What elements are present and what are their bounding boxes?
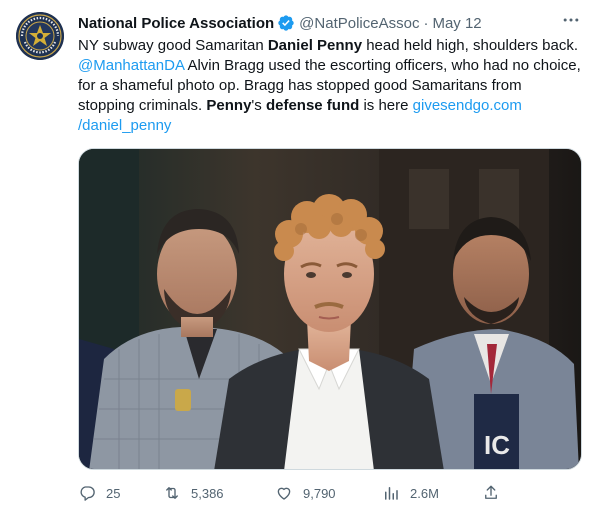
text-segment: NY subway good Samaritan — [78, 37, 268, 54]
text-segment: 's — [251, 97, 266, 114]
avatar[interactable] — [16, 12, 64, 60]
text-segment: is here — [359, 97, 413, 114]
author-display-name[interactable]: National Police Association — [78, 15, 274, 32]
retweet-button[interactable]: 5,386 — [163, 481, 224, 505]
photo-image: IC — [79, 149, 581, 469]
url-link-path[interactable]: /daniel_penny — [78, 117, 171, 134]
reply-button[interactable]: 25 — [78, 481, 120, 505]
text-bold-penny: Penny — [206, 97, 252, 114]
text-bold-defense-fund: defense fund — [265, 97, 360, 114]
tweet-date[interactable]: May 12 — [432, 15, 481, 32]
views-button[interactable]: 2.6M — [382, 481, 439, 505]
reply-count: 25 — [106, 485, 121, 501]
text-bold-name: Daniel Penny — [267, 37, 363, 54]
retweet-icon — [166, 487, 178, 499]
tweet-header: National Police Association @NatPoliceAs… — [78, 12, 582, 34]
police-seal-icon — [16, 12, 64, 60]
reply-icon — [80, 486, 95, 501]
tweet[interactable]: National Police Association @NatPoliceAs… — [0, 0, 598, 515]
header-separator: · — [423, 14, 429, 32]
verified-badge-icon — [277, 14, 295, 32]
share-button[interactable] — [482, 481, 510, 505]
author-handle[interactable]: @NatPoliceAssoc — [299, 15, 419, 32]
heart-icon — [277, 487, 291, 500]
text-segment: head held high, shoulders back. — [362, 37, 579, 54]
like-count: 9,790 — [303, 485, 336, 501]
views-count: 2.6M — [410, 485, 439, 501]
retweet-count: 5,386 — [191, 485, 224, 501]
views-icon — [385, 487, 398, 500]
like-button[interactable]: 9,790 — [275, 481, 336, 505]
jacket-lettering: IC — [484, 430, 510, 460]
more-horizontal-icon[interactable] — [560, 10, 582, 32]
mention-link[interactable]: @ManhattanDA — [78, 57, 184, 74]
share-icon — [485, 485, 497, 499]
tweet-photo[interactable]: IC — [78, 148, 582, 470]
tweet-text: NY subway good Samaritan Daniel Penny he… — [78, 36, 582, 136]
tweet-actions: 25 5,386 9,790 2.6M — [70, 481, 510, 505]
url-link[interactable]: givesendgo.com — [413, 97, 522, 114]
